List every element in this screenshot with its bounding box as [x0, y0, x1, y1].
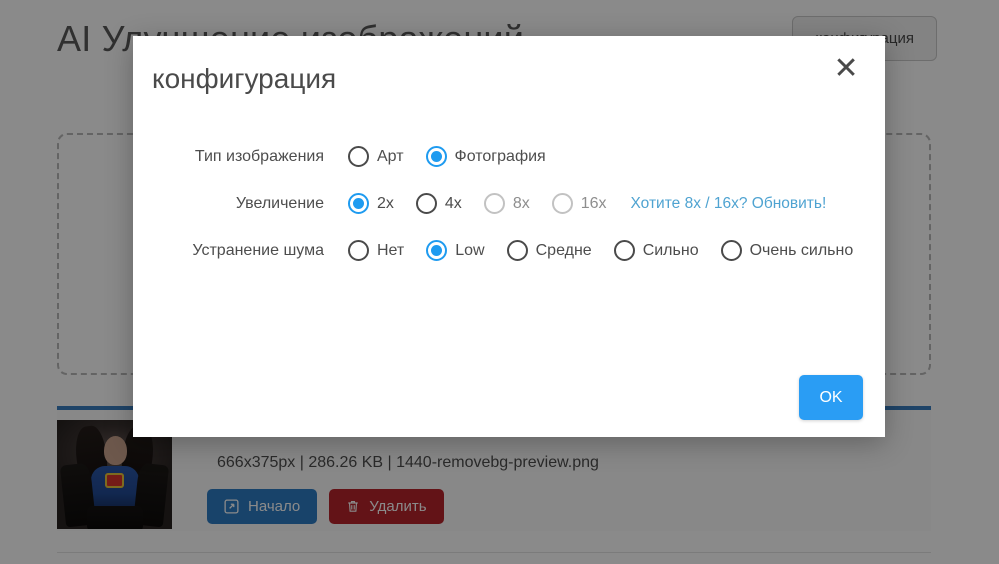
radio-label: Очень сильно [749, 241, 854, 259]
radio-mark-icon [348, 193, 369, 214]
radio-noise_reduction-2[interactable]: Средне [506, 240, 592, 261]
radio-noise_reduction-1[interactable]: Low [426, 240, 485, 261]
radio-mark-icon [348, 240, 369, 261]
radio-mark-icon [483, 193, 505, 214]
radio-group-upscale: 2x 4x 8x 16x Хотите 8x / 16x? Обновить! [348, 193, 826, 214]
radio-label: Сильно [642, 241, 699, 259]
radio-upscale-2: 8x [483, 193, 530, 214]
form-label-noise_reduction: Устранение шума [192, 241, 324, 259]
radio-label: Нет [377, 241, 405, 259]
radio-noise_reduction-0[interactable]: Нет [348, 240, 404, 261]
configuration-modal: ✕ конфигурация Тип изображения Арт Фотогра… [133, 36, 885, 437]
radio-label: 16x [580, 194, 607, 212]
radio-mark-icon [415, 193, 437, 214]
form-row-upscale: Увеличение 2x 4x 8x 16x Хотите 8x / 16x? Обно… [133, 193, 885, 214]
radio-label: Средне [535, 241, 592, 259]
form-label-upscale: Увеличение [235, 194, 324, 212]
upgrade-link[interactable]: Хотите 8x / 16x? Обновить! [631, 195, 827, 213]
modal-body: Тип изображения Арт Фотография Увеличение 2x… [133, 146, 885, 287]
radio-label: Фотография [454, 147, 546, 165]
form-row-noise_reduction: Устранение шума Нет Low Средне Сильно Очень с… [133, 240, 885, 261]
radio-label: 8x [512, 194, 530, 212]
radio-noise_reduction-3[interactable]: Сильно [613, 240, 699, 261]
radio-group-noise_reduction: Нет Low Средне Сильно Очень сильно [348, 240, 875, 261]
radio-mark-icon [506, 240, 528, 261]
ok-button[interactable]: OK [799, 375, 863, 420]
form-label-image_type: Тип изображения [194, 147, 324, 165]
radio-image_type-1[interactable]: Фотография [425, 146, 546, 167]
radio-noise_reduction-4[interactable]: Очень сильно [720, 240, 854, 261]
radio-image_type-0[interactable]: Арт [348, 146, 404, 167]
radio-mark-icon [348, 146, 369, 167]
radio-label: Low [455, 241, 485, 259]
radio-mark-icon [551, 193, 573, 214]
radio-group-image_type: Арт Фотография [348, 146, 568, 167]
close-icon[interactable]: ✕ [829, 52, 863, 86]
radio-mark-icon [613, 240, 635, 261]
radio-mark-icon [426, 240, 448, 261]
radio-mark-icon [425, 146, 447, 167]
radio-label: 4x [444, 194, 462, 212]
radio-upscale-0[interactable]: 2x [348, 193, 394, 214]
radio-upscale-1[interactable]: 4x [415, 193, 462, 214]
radio-label: Арт [377, 147, 404, 165]
modal-title: конфигурация [152, 63, 337, 94]
radio-label: 2x [377, 194, 394, 212]
app-root: AI Улучшение изображений конфигурация 66… [0, 0, 999, 564]
radio-mark-icon [720, 240, 742, 261]
radio-upscale-3: 16x [551, 193, 607, 214]
modal-footer: OK [799, 375, 863, 420]
form-row-image_type: Тип изображения Арт Фотография [133, 146, 885, 167]
